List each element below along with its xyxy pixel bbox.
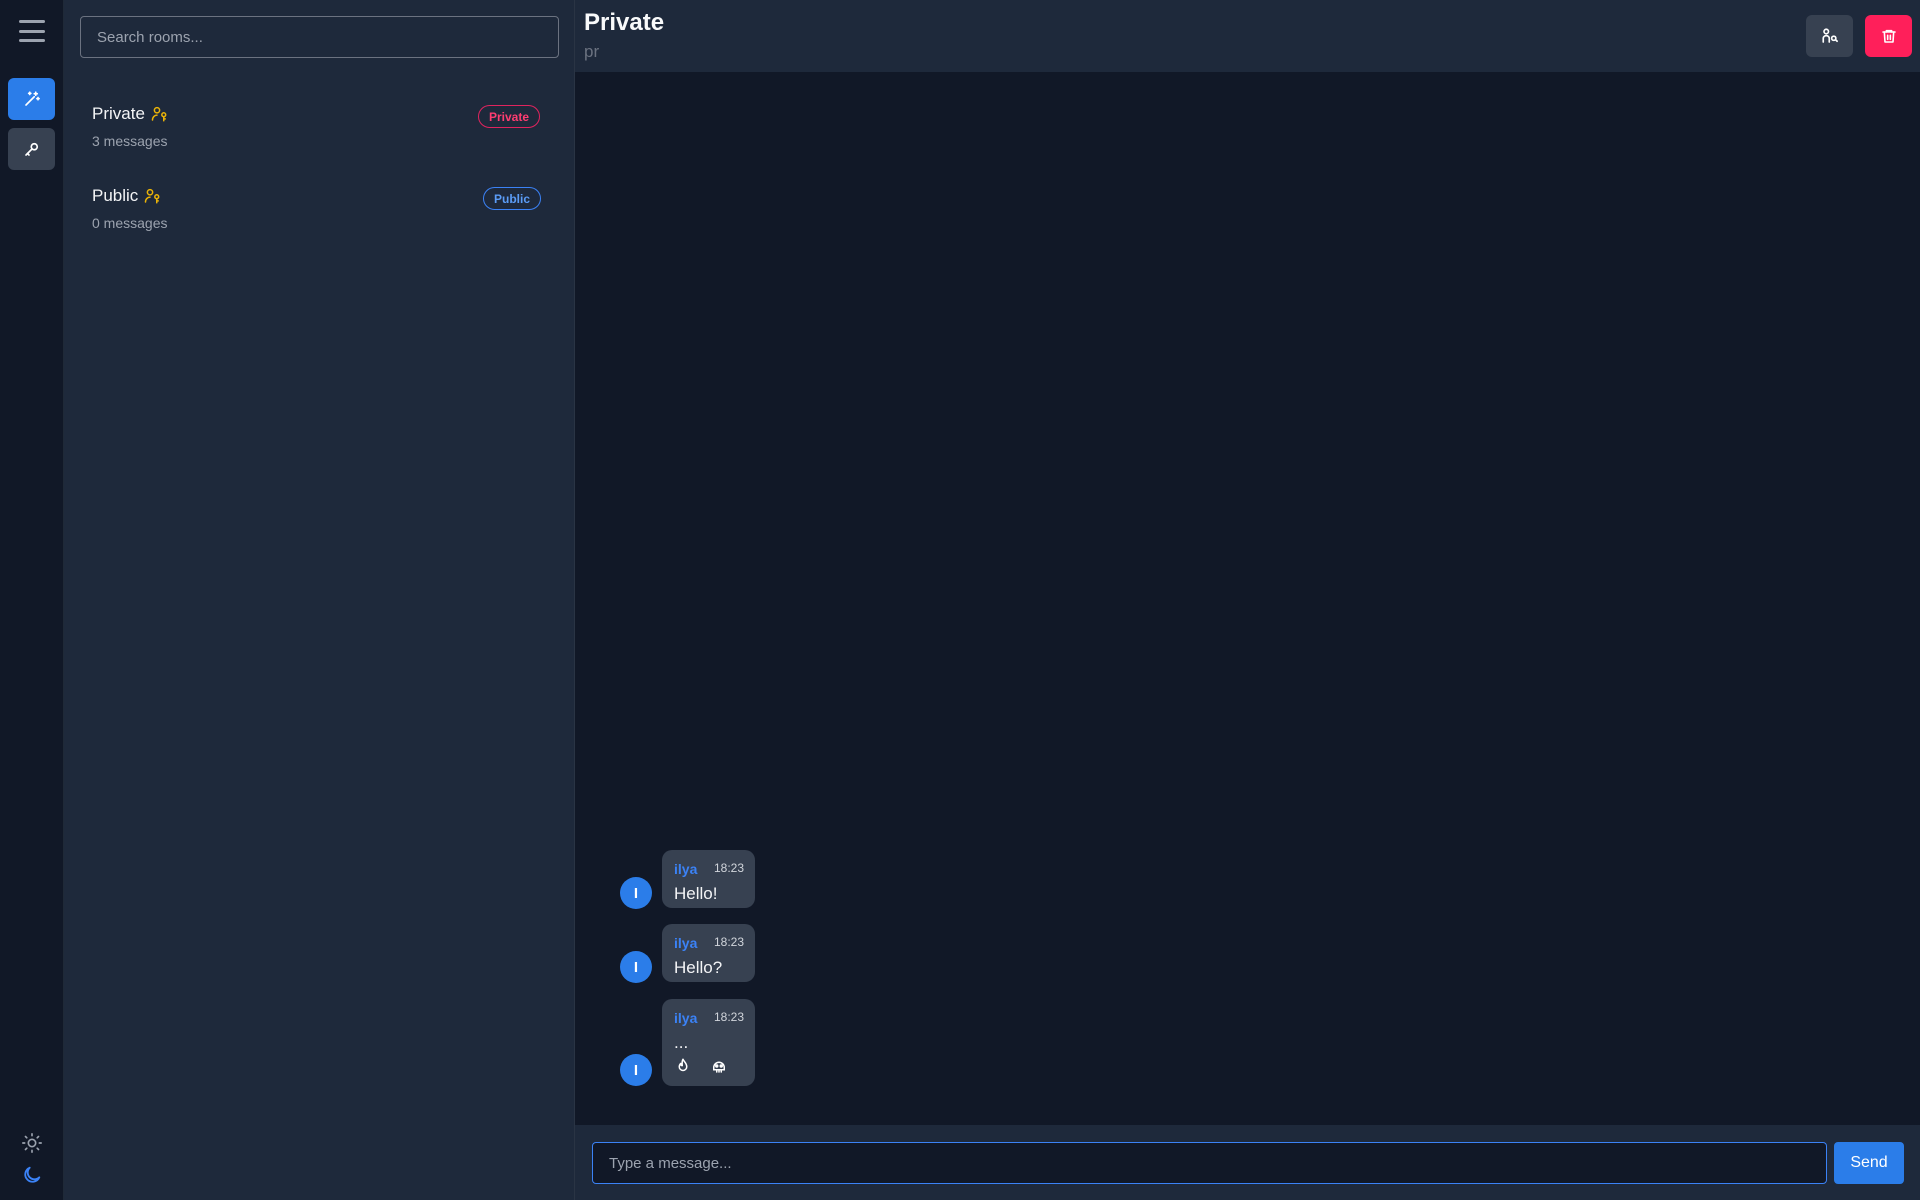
search-input[interactable] [80,16,559,58]
message-time: 18:23 [714,935,745,949]
status-badge: Public [483,187,542,210]
message-bubble[interactable]: ilya 18:23 Hello! [662,850,755,908]
trash-icon [1881,29,1896,43]
chat-header: Private pr [575,0,1920,72]
message-input[interactable] [592,1142,1827,1184]
user-key-icon [145,188,160,204]
members-button[interactable] [1806,15,1853,57]
room-name-row: Private [92,104,169,124]
room-name: Private [92,104,145,123]
room-list-panel: Private 3 messages Private Public 0 mess… [64,0,575,1200]
room-name-row: Public [92,186,162,206]
message-text: Hello? [674,958,723,977]
room-message-count: 0 messages [92,215,168,231]
room-item-private[interactable]: Private 3 messages Private [64,94,575,168]
avatar[interactable]: I [620,1054,652,1086]
delete-room-button[interactable] [1865,15,1912,57]
magic-wand-button[interactable] [8,78,55,120]
message-text: ... [674,1033,689,1052]
message-author: ilya [674,1010,698,1026]
send-button[interactable]: Send [1834,1142,1904,1184]
room-message-count: 3 messages [92,133,168,149]
moon-icon[interactable] [21,1164,43,1186]
fire-icon[interactable] [674,1057,692,1075]
room-description: pr [584,42,600,61]
page-title: Private [584,9,665,36]
message-bubble[interactable]: ilya 18:23 ... [662,999,755,1086]
message-text: Hello! [674,884,718,903]
message-author: ilya [674,861,698,877]
avatar[interactable]: I [620,951,652,983]
user-key-icon [1821,28,1838,43]
avatar[interactable]: I [620,877,652,909]
key-icon [24,142,38,156]
message-bubble[interactable]: ilya 18:23 Hello? [662,924,755,982]
message-composer: Send [575,1125,1920,1200]
chat-area: Private pr I ilya 18:23 Hello! I ilya 18… [575,0,1920,1200]
hamburger-menu-icon[interactable] [19,20,45,42]
message-author: ilya [674,935,698,951]
magic-wand-icon [24,91,40,106]
message-time: 18:23 [714,861,745,875]
status-badge: Private [478,105,541,128]
user-key-icon [151,106,167,122]
room-name: Public [92,186,139,205]
room-item-public[interactable]: Public 0 messages Public [64,176,575,250]
key-button[interactable] [8,128,55,170]
skull-icon[interactable] [710,1057,728,1075]
icon-rail [0,0,64,1200]
message-time: 18:23 [714,1010,745,1024]
sun-icon[interactable] [21,1132,43,1154]
app: Private 3 messages Private Public 0 mess… [0,0,1920,1200]
